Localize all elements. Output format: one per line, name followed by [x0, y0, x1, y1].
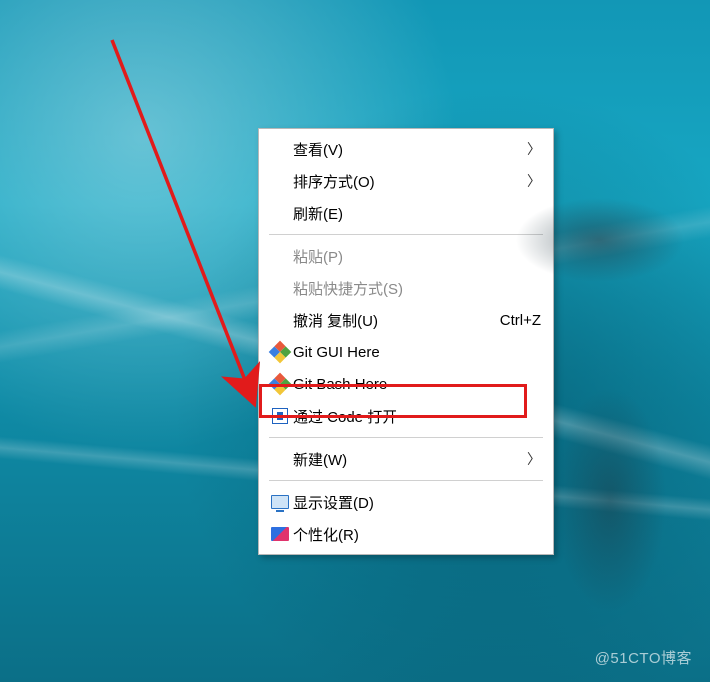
chevron-right-icon: 〉	[525, 449, 541, 469]
empty-icon	[267, 171, 293, 191]
menu-item-git-gui[interactable]: Git GUI Here	[261, 336, 551, 368]
menu-separator	[269, 234, 543, 235]
menu-item-sort[interactable]: 排序方式(O) 〉	[261, 165, 551, 197]
menu-item-refresh[interactable]: 刷新(E)	[261, 197, 551, 229]
menu-item-label: 显示设置(D)	[293, 492, 541, 513]
monitor-icon	[267, 492, 293, 512]
menu-item-label: 新建(W)	[293, 449, 525, 470]
empty-icon	[267, 203, 293, 223]
menu-item-view[interactable]: 查看(V) 〉	[261, 133, 551, 165]
empty-icon	[267, 449, 293, 469]
menu-item-label: 刷新(E)	[293, 203, 541, 224]
menu-item-paste-shortcut: 粘贴快捷方式(S)	[261, 272, 551, 304]
git-icon	[267, 342, 293, 362]
personalize-icon	[267, 524, 293, 544]
empty-icon	[267, 310, 293, 330]
menu-item-undo-copy[interactable]: 撤消 复制(U) Ctrl+Z	[261, 304, 551, 336]
git-icon	[267, 374, 293, 394]
menu-item-label: 排序方式(O)	[293, 171, 525, 192]
desktop-context-menu: 查看(V) 〉 排序方式(O) 〉 刷新(E) 粘贴(P) 粘贴快捷方式(S) …	[258, 128, 554, 555]
empty-icon	[267, 278, 293, 298]
menu-item-label: 撤消 复制(U)	[293, 310, 486, 331]
menu-item-shortcut: Ctrl+Z	[486, 312, 541, 329]
menu-item-display-settings[interactable]: 显示设置(D)	[261, 486, 551, 518]
menu-item-label: 粘贴快捷方式(S)	[293, 278, 541, 299]
menu-item-label: Git GUI Here	[293, 344, 541, 361]
menu-separator	[269, 437, 543, 438]
menu-item-paste: 粘贴(P)	[261, 240, 551, 272]
code-icon	[267, 406, 293, 426]
menu-item-personalize[interactable]: 个性化(R)	[261, 518, 551, 550]
empty-icon	[267, 139, 293, 159]
desktop-background[interactable]: 查看(V) 〉 排序方式(O) 〉 刷新(E) 粘贴(P) 粘贴快捷方式(S) …	[0, 0, 710, 682]
menu-item-open-with-code[interactable]: 通过 Code 打开	[261, 400, 551, 432]
watermark-text: @51CTO博客	[595, 647, 692, 668]
menu-item-new[interactable]: 新建(W) 〉	[261, 443, 551, 475]
menu-item-label: 查看(V)	[293, 139, 525, 160]
menu-item-label: 粘贴(P)	[293, 246, 541, 267]
menu-separator	[269, 480, 543, 481]
empty-icon	[267, 246, 293, 266]
chevron-right-icon: 〉	[525, 171, 541, 191]
menu-item-label: Git Bash Here	[293, 376, 541, 393]
chevron-right-icon: 〉	[525, 139, 541, 159]
menu-item-git-bash[interactable]: Git Bash Here	[261, 368, 551, 400]
menu-item-label: 通过 Code 打开	[293, 406, 541, 427]
menu-item-label: 个性化(R)	[293, 524, 541, 545]
